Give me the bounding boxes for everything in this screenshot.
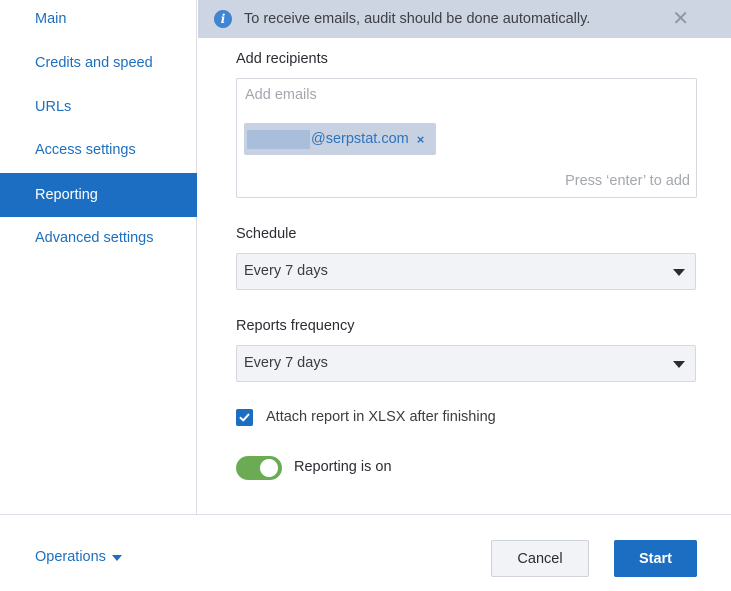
attach-xlsx-label: Attach report in XLSX after finishing [266, 409, 496, 425]
email-chip: @serpstat.com × [244, 123, 436, 155]
sidebar-item-urls[interactable]: URLs [0, 85, 197, 129]
settings-dialog: Main Credits and speed URLs Access setti… [0, 0, 731, 591]
reporting-toggle-label: Reporting is on [294, 459, 392, 475]
info-icon: i [214, 10, 232, 28]
sidebar-item-access-settings[interactable]: Access settings [0, 128, 197, 172]
toggle-knob [260, 459, 278, 477]
chevron-down-icon [673, 361, 685, 368]
emails-input[interactable]: Add emails @serpstat.com × Press ‘enter’… [236, 78, 697, 198]
start-button[interactable]: Start [614, 540, 697, 577]
add-recipients-label: Add recipients [236, 51, 328, 67]
chevron-down-icon [673, 269, 685, 276]
banner-text: To receive emails, audit should be done … [244, 11, 591, 27]
masked-email-user [247, 129, 310, 149]
info-banner: i To receive emails, audit should be don… [198, 0, 731, 38]
sidebar-item-advanced-settings[interactable]: Advanced settings [0, 216, 197, 260]
caret-down-icon [111, 555, 122, 561]
cancel-button[interactable]: Cancel [491, 540, 589, 577]
checkmark-icon [239, 413, 250, 422]
reporting-toggle[interactable] [236, 456, 282, 480]
sidebar-item-reporting[interactable]: Reporting [0, 173, 197, 217]
attach-xlsx-checkbox[interactable] [236, 409, 253, 426]
emails-placeholder: Add emails [245, 87, 317, 103]
reports-frequency-label: Reports frequency [236, 318, 355, 334]
schedule-select[interactable]: Every 7 days [236, 253, 696, 290]
reports-frequency-value: Every 7 days [244, 355, 328, 371]
schedule-label: Schedule [236, 226, 297, 242]
schedule-value: Every 7 days [244, 263, 328, 279]
operations-dropdown[interactable]: Operations [35, 549, 122, 565]
enter-hint: Press ‘enter’ to add [565, 173, 690, 189]
settings-sidebar: Main Credits and speed URLs Access setti… [0, 0, 197, 514]
email-chip-text: @serpstat.com [311, 131, 409, 147]
operations-label: Operations [35, 549, 106, 565]
sidebar-item-main[interactable]: Main [0, 0, 197, 41]
sidebar-item-credits-and-speed[interactable]: Credits and speed [0, 41, 197, 85]
close-icon[interactable]: ✕ [672, 9, 689, 29]
remove-email-icon[interactable]: × [417, 132, 425, 147]
footer-divider [0, 514, 731, 515]
reports-frequency-select[interactable]: Every 7 days [236, 345, 696, 382]
